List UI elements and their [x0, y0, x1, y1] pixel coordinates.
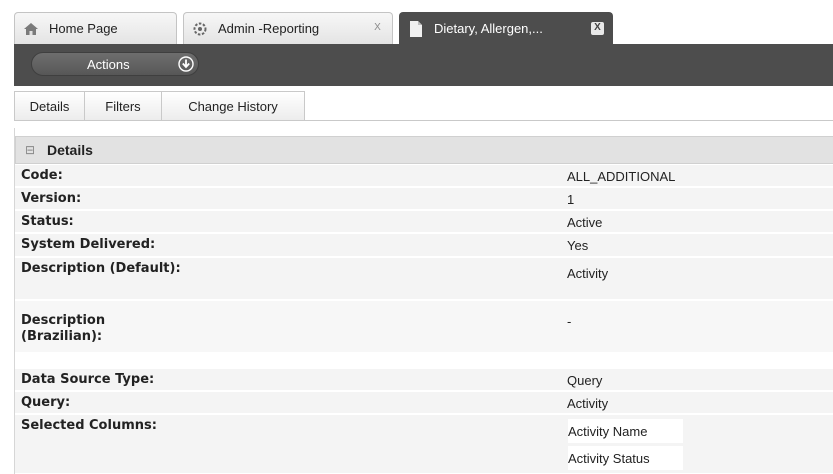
field-value: Query: [567, 373, 603, 388]
detail-row-system-delivered: System Delivered: Yes: [15, 234, 833, 257]
tab-admin-reporting[interactable]: Admin -Reporting X: [183, 12, 393, 44]
actions-bar: Actions: [14, 44, 833, 86]
tab-change-history[interactable]: Change History: [161, 91, 305, 121]
tab-dietary-allergen[interactable]: Dietary, Allergen,... X: [399, 12, 613, 44]
sub-tab-bar: Details Filters Change History: [14, 91, 833, 121]
field-label: Data Source Type:: [21, 372, 155, 387]
field-label: Code:: [21, 168, 63, 183]
field-label: Status:: [21, 214, 74, 229]
detail-row-selected-columns: Selected Columns: Activity Name Activity…: [15, 415, 833, 474]
tab-label: Admin -Reporting: [218, 21, 320, 36]
tab-label: Dietary, Allergen,...: [434, 21, 543, 36]
tab-details[interactable]: Details: [14, 91, 85, 121]
actions-label: Actions: [87, 57, 130, 72]
field-value: Activity: [567, 396, 609, 411]
field-value: 1: [567, 192, 575, 207]
selected-column-item: Activity Name: [568, 419, 683, 443]
field-label: Description (Brazilian):: [21, 313, 106, 344]
detail-row-data-source-type: Data Source Type: Query: [15, 369, 833, 391]
detail-row-status: Status: Active: [15, 211, 833, 233]
field-value: -: [567, 314, 572, 329]
detail-row-code: Code: ALL_ADDITIONAL: [15, 165, 833, 187]
field-value: Yes: [567, 238, 589, 253]
detail-row-query: Query: Activity: [15, 392, 833, 414]
detail-row-description-default: Description (Default): Activity: [15, 258, 833, 300]
document-icon: [408, 20, 424, 37]
close-icon[interactable]: X: [371, 22, 384, 35]
download-arrow-icon: [178, 56, 194, 72]
field-label: Version:: [21, 191, 82, 206]
field-value: Activity: [567, 266, 609, 281]
gear-icon: [192, 21, 208, 37]
field-label: Description (Default):: [21, 261, 181, 276]
details-section-header[interactable]: ⊟ Details: [15, 136, 833, 164]
close-icon[interactable]: X: [591, 22, 604, 35]
detail-row-description-brazilian: Description (Brazilian): -: [15, 301, 833, 353]
field-value: ALL_ADDITIONAL: [567, 169, 676, 184]
field-label: Selected Columns:: [21, 418, 157, 433]
tab-label: Home Page: [49, 21, 118, 36]
tab-home-page[interactable]: Home Page: [14, 12, 177, 44]
selected-column-item: Activity Status: [568, 446, 683, 470]
actions-button[interactable]: Actions: [31, 52, 199, 76]
collapse-icon[interactable]: ⊟: [25, 143, 35, 157]
home-icon: [23, 21, 39, 37]
field-label: Query:: [21, 395, 71, 410]
tab-strip: Home Page Admin -Reporting X Dietary, Al…: [0, 0, 833, 44]
field-label: System Delivered:: [21, 237, 156, 252]
field-value: Active: [567, 215, 603, 230]
tab-filters[interactable]: Filters: [84, 91, 162, 121]
section-title: Details: [47, 142, 93, 158]
details-panel: ⊟ Details Code: ALL_ADDITIONAL Version: …: [14, 128, 833, 474]
detail-row-version: Version: 1: [15, 188, 833, 210]
